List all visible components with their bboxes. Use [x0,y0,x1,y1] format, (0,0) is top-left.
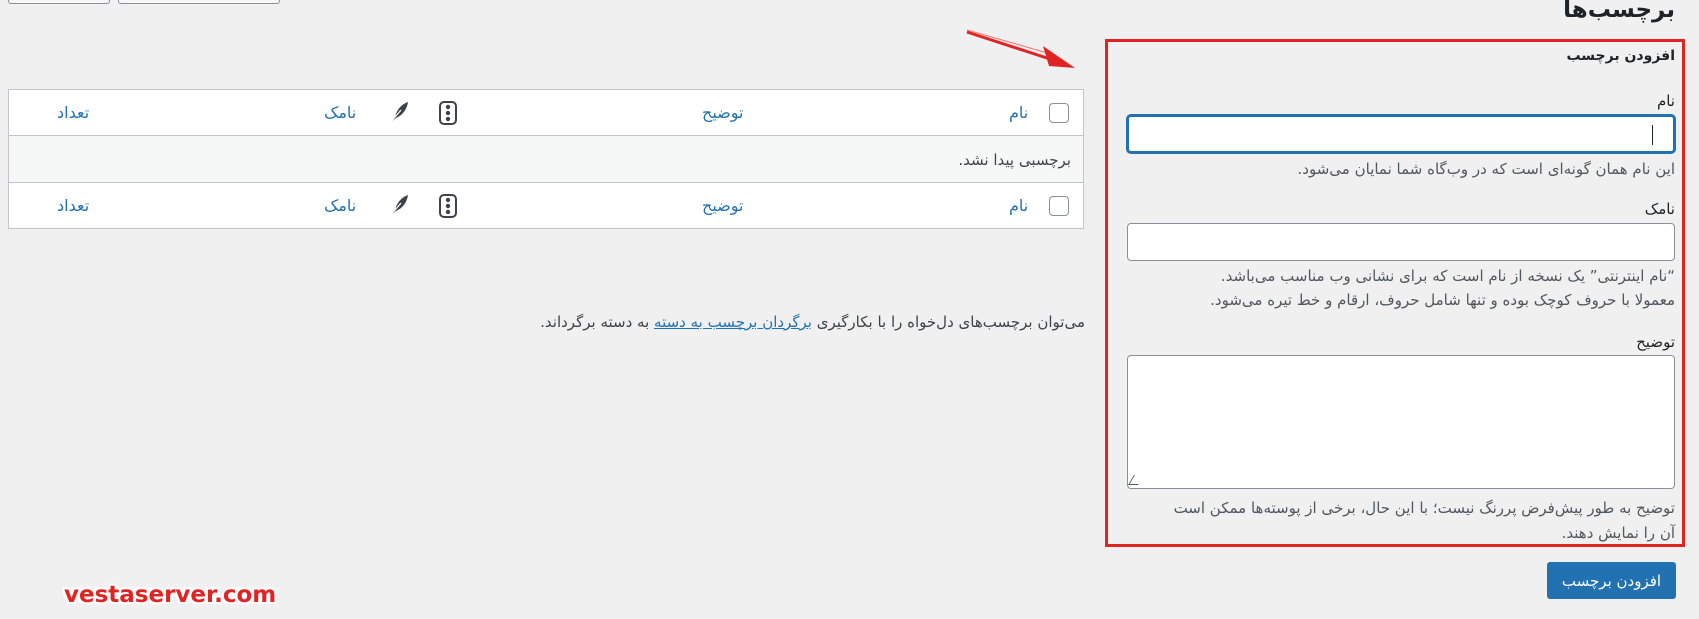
description-textarea[interactable] [1127,355,1675,489]
description-label: توضیح [1636,333,1675,351]
annotation-arrow-icon [966,29,1075,68]
name-input[interactable] [1127,115,1675,153]
watermark: vestaserver.com [64,582,277,608]
add-tag-button[interactable]: افزودن برچسب [1547,562,1676,599]
tags-table: نام توضیح نامک تعداد برچسبی پیدا نشد. نا… [8,89,1084,229]
convert-tags-note: می‌توان برچسب‌های دل‌خواه را با بکارگیری… [540,313,1085,331]
slug-label: نامک [1644,200,1675,218]
top-button-right[interactable] [118,0,280,4]
column-name-header[interactable]: نام [1009,103,1028,122]
table-row: برچسبی پیدا نشد. [9,136,1083,183]
name-help-text: این نام همان گونه‌ای است که در وب‌گاه شم… [1297,160,1675,178]
slug-input[interactable] [1127,223,1675,261]
column-slug-header[interactable]: نامک [324,103,356,122]
top-button-left[interactable] [8,0,110,4]
select-all-checkbox-footer[interactable] [1049,196,1069,216]
convert-note-suffix: به دسته برگرداند. [540,313,650,331]
description-help-text-2: آن را نمایش دهند. [1561,524,1675,542]
slug-help-text-2: معمولا با حروف کوچک بوده و تنها شامل حرو… [1210,291,1675,309]
select-all-checkbox[interactable] [1049,103,1069,123]
column-slug-footer[interactable]: نامک [324,196,356,215]
column-description-footer[interactable]: توضیح [702,196,743,215]
add-tag-form-title: افزودن برچسب [1566,48,1675,64]
comments-icon [439,101,457,125]
description-help-text-1: توضیح به طور پیش‌فرض پررنگ نیست؛ با این … [1173,499,1675,517]
feather-icon [389,195,408,217]
comments-icon [439,194,457,218]
column-description-header[interactable]: توضیح [702,103,743,122]
name-label: نام [1656,92,1675,110]
resize-handle-icon[interactable] [1128,475,1144,485]
page-title: برچسب‌ها [1563,0,1675,23]
tag-to-category-converter-link[interactable]: برگردان برچسب به دسته [654,313,812,331]
no-tags-message: برچسبی پیدا نشد. [958,151,1071,169]
column-name-footer[interactable]: نام [1009,196,1028,215]
table-footer-row: نام توضیح نامک تعداد [9,183,1083,229]
column-count-footer[interactable]: تعداد [57,196,89,215]
slug-help-text-1: “نام اینترنتی” یک نسخه از نام است که برا… [1220,267,1675,285]
convert-note-prefix: می‌توان برچسب‌های دل‌خواه را با بکارگیری [816,313,1085,331]
table-header-row: نام توضیح نامک تعداد [9,90,1083,136]
text-caret [1652,125,1653,145]
column-count-header[interactable]: تعداد [57,103,89,122]
feather-icon [389,102,408,124]
